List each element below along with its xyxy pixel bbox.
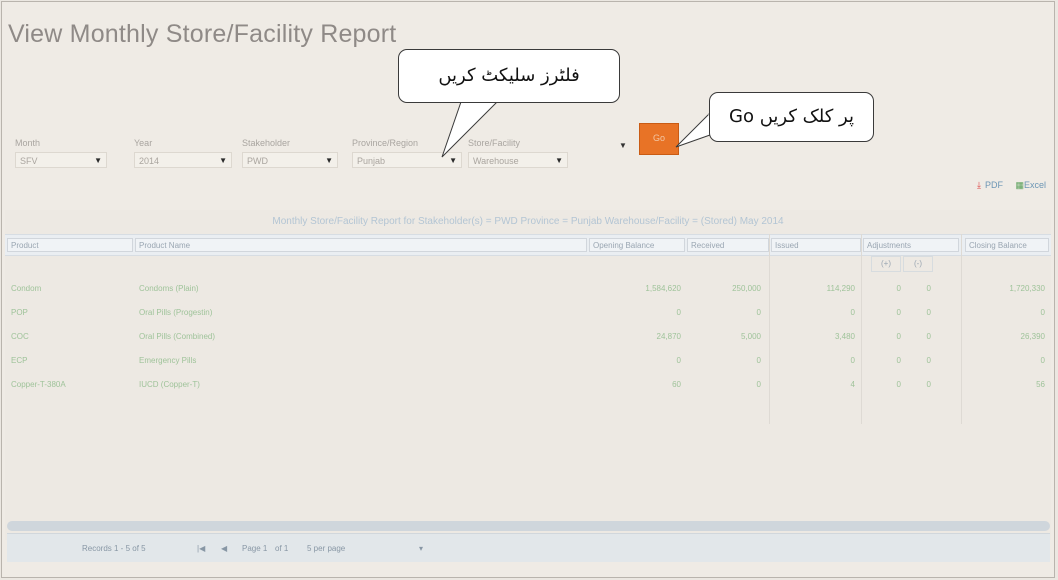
filter-bar: Month SFV ▼ Year 2014 ▼ Stakeholder PWD ▼ P…	[2, 132, 702, 172]
cell-closing: 0	[1040, 308, 1045, 317]
cell-opening: 1,584,620	[645, 284, 681, 293]
cell-adj-minus: 0	[926, 308, 931, 317]
column-subheader-minus: (-)	[903, 256, 933, 272]
filter-label-province: Province/Region	[352, 138, 419, 148]
cell-received: 250,000	[732, 284, 761, 293]
page-of-total: of 1	[275, 544, 289, 553]
filter-label-year: Year	[134, 138, 153, 148]
filter-label-month: Month	[15, 138, 41, 148]
column-header-product-name[interactable]: Product Name	[135, 238, 587, 252]
cell-name: Condoms (Plain)	[139, 284, 199, 293]
export-excel-link[interactable]: Excel	[1024, 180, 1046, 190]
cell-adj-minus: 0	[926, 380, 931, 389]
first-page-icon[interactable]: |◀	[197, 544, 205, 553]
prev-page-icon[interactable]: ◀	[221, 544, 227, 553]
cell-opening: 0	[676, 356, 681, 365]
cell-opening: 0	[676, 308, 681, 317]
cell-adj-plus: 0	[896, 356, 901, 365]
table-row[interactable]: POP Oral Pills (Progestin) 0 0 0 0 0 0	[5, 304, 1051, 326]
pdf-icon[interactable]: ⤓	[977, 180, 981, 190]
page-title: View Monthly Store/Facility Report	[8, 20, 397, 48]
report-window: View Monthly Store/Facility Report Month…	[1, 1, 1055, 578]
chevron-down-icon: ▼	[94, 156, 102, 165]
filter-select-month[interactable]: SFV ▼	[15, 152, 107, 168]
cell-issued: 3,480	[834, 332, 855, 341]
table-row[interactable]: Condom Condoms (Plain) 1,584,620 250,000 114…	[5, 280, 1051, 302]
chevron-down-icon: ▼	[325, 156, 333, 165]
cell-adj-minus: 0	[926, 332, 931, 341]
cell-product: POP	[11, 308, 28, 317]
cell-adj-plus: 0	[896, 332, 901, 341]
cell-product: COC	[11, 332, 29, 341]
excel-icon[interactable]: ▦	[1015, 180, 1024, 190]
report-grid: Monthly Store/Facility Report for Stakeh…	[5, 210, 1051, 540]
table-row[interactable]: COC Oral Pills (Combined) 24,870 5,000 3,480…	[5, 328, 1051, 350]
chevron-down-icon: ▼	[219, 156, 227, 165]
grid-caption: Monthly Store/Facility Report for Stakeh…	[272, 216, 784, 227]
column-header-opening[interactable]: Opening Balance	[589, 238, 685, 252]
cell-product: ECP	[11, 356, 28, 365]
cell-adj-minus: 0	[926, 284, 931, 293]
cell-name: Emergency Pills	[139, 356, 197, 365]
filter-select-year[interactable]: 2014 ▼	[134, 152, 232, 168]
cell-closing: 1,720,330	[1009, 284, 1045, 293]
callout-click-go: Go پر کلک کریں	[709, 92, 874, 142]
cell-issued: 4	[850, 380, 855, 389]
cell-adj-plus: 0	[896, 308, 901, 317]
cell-received: 0	[756, 308, 761, 317]
cell-name: Oral Pills (Combined)	[139, 332, 216, 341]
table-row[interactable]: ECP Emergency Pills 0 0 0 0 0 0	[5, 352, 1051, 374]
cell-closing: 56	[1036, 380, 1045, 389]
cell-adj-plus: 0	[896, 284, 901, 293]
page-number[interactable]: Page 1	[242, 544, 267, 553]
chevron-down-icon: ▼	[555, 156, 563, 165]
callout-tail-filters	[441, 98, 502, 158]
cell-opening: 60	[672, 380, 681, 389]
pagination-bar: Records 1 - 5 of 5 |◀ ◀ Page 1 of 1 5 pe…	[7, 533, 1050, 562]
cell-closing: 26,390	[1020, 332, 1045, 341]
cell-product: Copper-T-380A	[11, 380, 66, 389]
cell-name: Oral Pills (Progestin)	[139, 308, 213, 317]
column-header-received[interactable]: Received	[687, 238, 769, 252]
cell-issued: 0	[850, 308, 855, 317]
cell-adj-plus: 0	[896, 380, 901, 389]
cell-closing: 0	[1040, 356, 1045, 365]
cell-received: 0	[756, 380, 761, 389]
cell-adj-minus: 0	[926, 356, 931, 365]
cell-opening: 24,870	[656, 332, 681, 341]
cell-name: IUCD (Copper-T)	[139, 380, 200, 389]
cell-issued: 0	[850, 356, 855, 365]
column-header-product[interactable]: Product	[7, 238, 133, 252]
per-page-select[interactable]: 5 per page	[307, 544, 345, 553]
filter-label-stakeholder: Stakeholder	[242, 138, 291, 148]
cell-issued: 114,290	[826, 284, 855, 293]
cell-received: 0	[756, 356, 761, 365]
column-header-closing[interactable]: Closing Balance	[965, 238, 1049, 252]
export-pdf-link[interactable]: PDF	[985, 180, 1003, 190]
cell-received: 5,000	[740, 332, 761, 341]
column-subheader-plus: (+)	[871, 256, 901, 272]
table-row[interactable]: Copper-T-380A IUCD (Copper-T) 60 0 4 0 0 56	[5, 376, 1051, 398]
column-header-adjustments[interactable]: Adjustments	[863, 238, 959, 252]
records-count: Records 1 - 5 of 5	[82, 544, 146, 553]
callout-select-filters: فلٹرز سلیکٹ کریں	[398, 49, 620, 103]
export-toolbar: ⤓ PDF ▦Excel	[977, 180, 1046, 191]
cell-product: Condom	[11, 284, 42, 293]
horizontal-scrollbar[interactable]	[7, 521, 1050, 531]
column-header-issued[interactable]: Issued	[771, 238, 861, 252]
grid-header: Product Product Name Opening Balance Rec…	[5, 234, 1051, 256]
filter-select-stakeholder[interactable]: PWD ▼	[242, 152, 338, 168]
chevron-down-icon[interactable]: ▾	[419, 544, 423, 553]
chevron-down-icon: ▼	[619, 141, 627, 150]
